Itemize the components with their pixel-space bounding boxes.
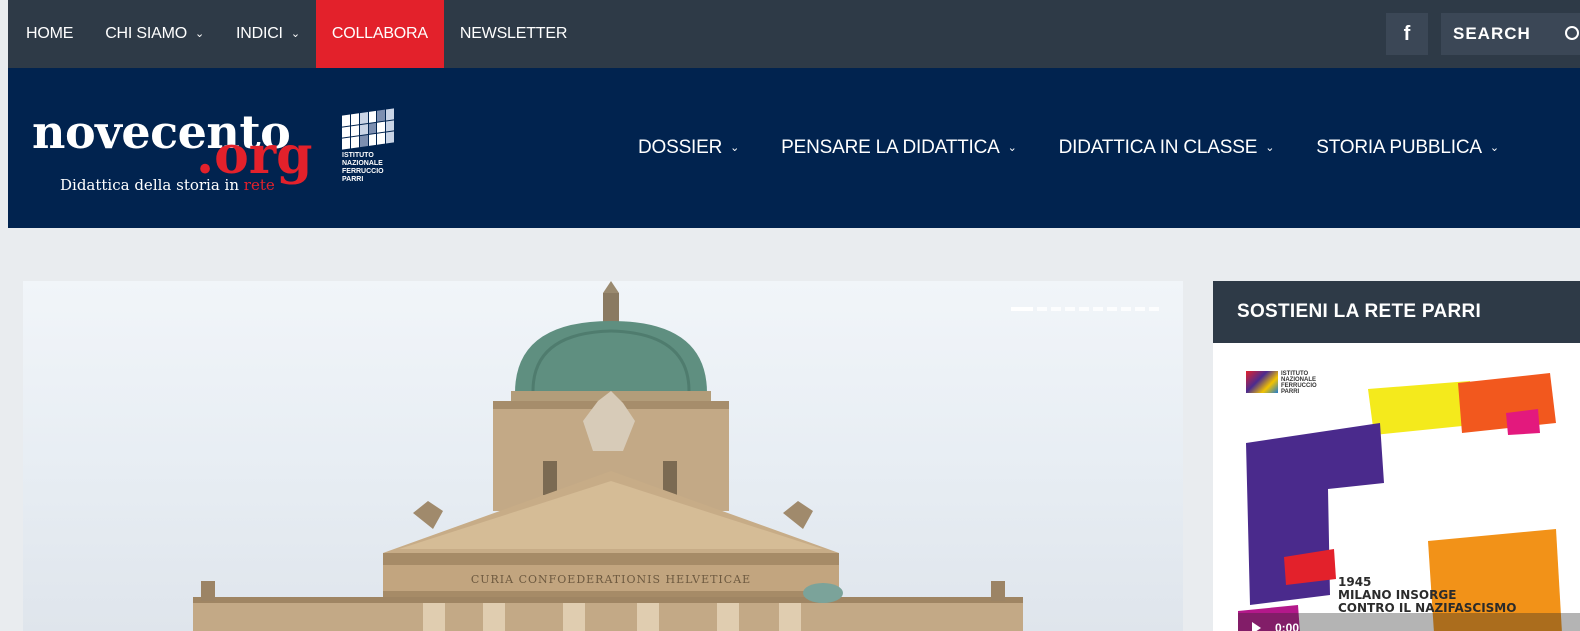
logo-tagline-prefix: Didattica della storia in — [60, 176, 244, 194]
slider-dot[interactable] — [1079, 307, 1089, 311]
top-nav-newsletter-label: NEWSLETTER — [459, 25, 568, 42]
poster-logo-mosaic-icon — [1246, 371, 1278, 393]
nav-didattica-label: DIDATTICA IN CLASSE — [1058, 137, 1258, 158]
nav-pensare-la-didattica[interactable]: PENSARE LA DIDATTICA ⌄ — [781, 137, 1017, 159]
slider-dot[interactable] — [1051, 307, 1061, 311]
search-input[interactable]: SEARCH — [1441, 13, 1580, 55]
nav-dossier-label: DOSSIER — [638, 137, 723, 158]
nav-pensare-label: PENSARE LA DIDATTICA — [781, 137, 1000, 158]
support-widget: SOSTIENI LA RETE PARRI ISTITUTO NAZIONALE… — [1213, 281, 1580, 631]
poster-video[interactable]: ISTITUTO NAZIONALE FERRUCCIO PARRI 1945 MIL… — [1238, 361, 1580, 631]
poster-text: 1945 MILANO INSORGE CONTRO IL NAZIFASCIS… — [1338, 576, 1516, 615]
logo-tagline: Didattica della storia in rete — [60, 176, 275, 194]
top-bar: HOME CHI SIAMO ⌄ INDICI ⌄ COLLABORA NEWSLE… — [8, 0, 1580, 68]
top-nav: HOME CHI SIAMO ⌄ INDICI ⌄ COLLABORA NEWSLE… — [8, 0, 583, 68]
play-icon[interactable] — [1252, 622, 1261, 631]
slider-dot[interactable] — [1135, 307, 1145, 311]
slider-dot[interactable] — [1011, 307, 1033, 311]
search-icon[interactable] — [1565, 26, 1579, 40]
logo-tagline-rete: rete — [243, 176, 275, 194]
video-time: 0:00 — [1275, 621, 1300, 631]
nav-storia-pubblica[interactable]: STORIA PUBBLICA ⌄ — [1316, 137, 1499, 159]
top-nav-home[interactable]: HOME — [8, 0, 89, 68]
chevron-down-icon: ⌄ — [290, 27, 300, 40]
hero-slider[interactable]: CURIA CONFOEDERATIONIS HELVETICAE — [23, 281, 1183, 631]
nav-dossier[interactable]: DOSSIER ⌄ — [638, 137, 739, 159]
nav-storia-label: STORIA PUBBLICA — [1316, 137, 1482, 158]
chevron-down-icon: ⌄ — [1489, 141, 1499, 154]
poster-logo: ISTITUTO NAZIONALE FERRUCCIO PARRI — [1246, 371, 1326, 398]
hero-image-federal-palace: CURIA CONFOEDERATIONIS HELVETICAE — [193, 281, 1023, 631]
main-nav: DOSSIER ⌄ PENSARE LA DIDATTICA ⌄ DIDATTICA… — [638, 68, 1499, 228]
top-nav-indici-label: INDICI — [236, 25, 283, 42]
top-nav-chi-siamo[interactable]: CHI SIAMO ⌄ — [89, 0, 220, 68]
institute-mosaic-icon — [342, 108, 394, 150]
slider-dot[interactable] — [1093, 307, 1103, 311]
widget-title: SOSTIENI LA RETE PARRI — [1213, 281, 1580, 343]
slider-dot[interactable] — [1065, 307, 1075, 311]
top-nav-collabora[interactable]: COLLABORA — [315, 0, 444, 68]
search-label: SEARCH — [1453, 24, 1531, 43]
slider-dot[interactable] — [1121, 307, 1131, 311]
chevron-down-icon: ⌄ — [194, 27, 204, 40]
slider-pagination[interactable] — [1011, 307, 1159, 311]
chevron-down-icon: ⌄ — [1007, 141, 1017, 154]
top-nav-chi-siamo-label: CHI SIAMO — [105, 25, 187, 42]
top-nav-collabora-label: COLLABORA — [331, 25, 428, 42]
institute-logo: ISTITUTO NAZIONALE FERRUCCIO PARRI — [342, 108, 398, 183]
video-controls: 0:00 — [1238, 613, 1580, 631]
slider-dot[interactable] — [1037, 307, 1047, 311]
logo-domain: .org — [196, 125, 313, 186]
slider-dot[interactable] — [1107, 307, 1117, 311]
top-nav-indici[interactable]: INDICI ⌄ — [220, 0, 316, 68]
nav-didattica-in-classe[interactable]: DIDATTICA IN CLASSE ⌄ — [1059, 137, 1275, 159]
institute-name: ISTITUTO NAZIONALE FERRUCCIO PARRI — [342, 152, 384, 183]
top-nav-newsletter[interactable]: NEWSLETTER — [444, 0, 583, 68]
slider-dot[interactable] — [1149, 307, 1159, 311]
site-header: novecento .org Didattica della storia in… — [8, 68, 1580, 228]
chevron-down-icon: ⌄ — [730, 141, 740, 154]
site-logo[interactable]: novecento .org Didattica della storia in… — [32, 106, 412, 196]
chevron-down-icon: ⌄ — [1265, 141, 1275, 154]
hero-inscription: CURIA CONFOEDERATIONIS HELVETICAE — [471, 573, 751, 586]
top-nav-home-label: HOME — [26, 25, 74, 42]
facebook-icon[interactable]: f — [1386, 13, 1428, 55]
